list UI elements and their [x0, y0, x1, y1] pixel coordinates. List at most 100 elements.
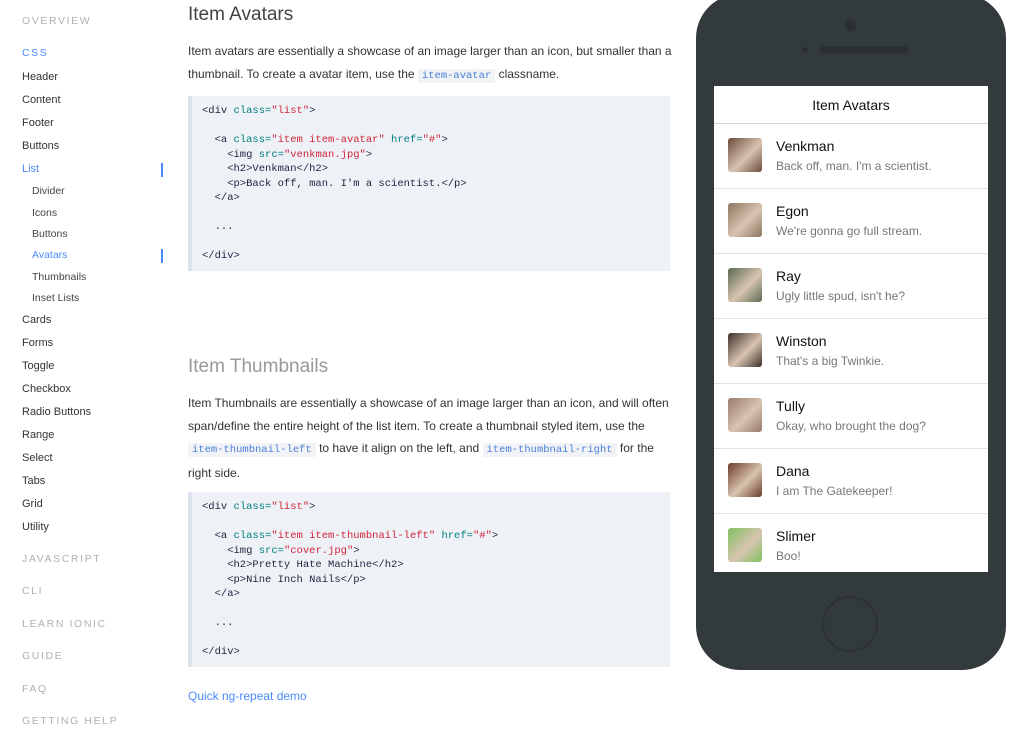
phone-camera: [845, 20, 856, 31]
sidebar-item-tabs[interactable]: Tabs: [22, 475, 45, 487]
sidebar-item-content[interactable]: Content: [22, 94, 61, 106]
sidebar-section-css[interactable]: CSS: [22, 47, 48, 59]
avatar-item-name: Slimer: [776, 528, 816, 544]
sidebar-sub-active-indicator: [161, 249, 163, 263]
sidebar-section-cli[interactable]: CLI: [22, 585, 43, 597]
avatar-item-text: Okay, who brought the dog?: [776, 419, 926, 433]
sidebar-sub-buttons[interactable]: Buttons: [32, 228, 68, 240]
phone-home-button[interactable]: [822, 596, 878, 652]
thumbnails-code-block: <div class="list"> <a class="item item-t…: [188, 492, 670, 667]
avatar-item-text: That's a big Twinkie.: [776, 354, 885, 368]
sidebar-section-faq[interactable]: FAQ: [22, 683, 48, 695]
avatars-class-code: item-avatar: [417, 68, 496, 83]
list-item[interactable]: Ray Ugly little spud, isn't he?: [714, 254, 988, 319]
code-line: ...: [202, 221, 234, 233]
avatar-item-name: Venkman: [776, 138, 835, 154]
list-item[interactable]: Egon We're gonna go full stream.: [714, 189, 988, 254]
code-line: <h2>Venkman</h2>: [202, 163, 329, 175]
sidebar-item-cards[interactable]: Cards: [22, 314, 51, 326]
ng-repeat-demo-link[interactable]: Quick ng-repeat demo: [188, 689, 307, 703]
list-item[interactable]: Tully Okay, who brought the dog?: [714, 384, 988, 449]
thumbnails-desc-text-mid: to have it align on the left, and: [319, 441, 480, 455]
phone-preview: Item Avatars Venkman Back off, man. I'm a…: [696, 0, 1006, 670]
code-line: <h2>Pretty Hate Machine</h2>: [202, 559, 404, 571]
code-line: <p>Nine Inch Nails</p>: [202, 573, 366, 586]
sidebar-sub-inset-lists[interactable]: Inset Lists: [32, 292, 79, 304]
avatar: [728, 203, 762, 237]
avatar-list: Venkman Back off, man. I'm a scientist. Eg…: [714, 124, 988, 572]
avatar-item-name: Winston: [776, 333, 827, 349]
sidebar-item-buttons[interactable]: Buttons: [22, 140, 59, 152]
avatars-code-block: <div class="list"> <a class="item item-a…: [188, 96, 670, 271]
sidebar-item-grid[interactable]: Grid: [22, 498, 43, 510]
sidebar-item-toggle[interactable]: Toggle: [22, 360, 54, 372]
sidebar-active-indicator: [161, 163, 163, 177]
list-item[interactable]: Winston That's a big Twinkie.: [714, 319, 988, 384]
avatar-item-text: Back off, man. I'm a scientist.: [776, 159, 932, 173]
sidebar-item-select[interactable]: Select: [22, 452, 53, 464]
thumbnail-right-class-code: item-thumbnail-right: [482, 443, 617, 457]
sidebar-sub-avatars[interactable]: Avatars: [32, 249, 67, 261]
sidebar-sub-divider[interactable]: Divider: [32, 185, 65, 197]
code-line: <a class="item item-avatar" href="#">: [202, 134, 448, 146]
thumbnails-heading: Item Thumbnails: [188, 356, 329, 377]
sidebar-sub-icons[interactable]: Icons: [32, 207, 57, 219]
list-item[interactable]: Dana I am The Gatekeeper!: [714, 449, 988, 514]
sidebar-section-getting-help[interactable]: Getting Help: [22, 715, 118, 727]
avatar-item-name: Tully: [776, 398, 806, 414]
screen-header-title: Item Avatars: [714, 86, 988, 124]
avatar: [728, 463, 762, 497]
sidebar-item-checkbox[interactable]: Checkbox: [22, 383, 71, 395]
avatar: [728, 138, 762, 172]
sidebar-item-footer[interactable]: Footer: [22, 117, 54, 129]
avatar: [728, 268, 762, 302]
avatar-item-text: Ugly little spud, isn't he?: [776, 289, 906, 303]
sidebar-item-list[interactable]: List: [22, 163, 39, 175]
list-item[interactable]: Venkman Back off, man. I'm a scientist.: [714, 124, 988, 189]
avatars-desc-text-end: classname.: [498, 66, 560, 81]
code-line: </div>: [202, 646, 240, 658]
code-line: <div class="list">: [202, 105, 316, 117]
avatars-heading: Item Avatars: [188, 4, 294, 25]
code-line: <p>Back off, man. I'm a scientist.</p>: [202, 177, 467, 190]
avatars-description: Item avatars are essentially a showcase …: [188, 40, 672, 87]
code-line: </a>: [202, 192, 240, 204]
code-line: </div>: [202, 250, 240, 262]
thumbnail-left-class-code: item-thumbnail-left: [188, 443, 316, 457]
code-line: ...: [202, 617, 234, 629]
avatar-item-text: I am The Gatekeeper!: [776, 484, 893, 498]
phone-sensor: [802, 47, 808, 53]
docs-sidebar: Overview CSS Header Content Footer Butto…: [0, 0, 170, 739]
avatar-item-name: Dana: [776, 463, 810, 479]
sidebar-section-javascript[interactable]: JavaScript: [22, 553, 101, 565]
sidebar-item-utility[interactable]: Utility: [22, 521, 49, 533]
sidebar-sub-thumbnails[interactable]: Thumbnails: [32, 271, 86, 283]
avatar: [728, 398, 762, 432]
code-line: <img src="venkman.jpg">: [202, 148, 373, 161]
code-line: <img src="cover.jpg">: [202, 544, 360, 557]
sidebar-section-guide[interactable]: Guide: [22, 650, 63, 662]
sidebar-section-learn-ionic[interactable]: Learn Ionic: [22, 618, 107, 630]
thumbnails-desc-text: Item Thumbnails are essentially a showca…: [188, 396, 669, 433]
code-line: </a>: [202, 588, 240, 600]
list-item[interactable]: Slimer Boo!: [714, 514, 988, 572]
phone-screen: Item Avatars Venkman Back off, man. I'm a…: [714, 86, 988, 572]
avatar: [728, 333, 762, 367]
avatar-item-name: Ray: [776, 268, 801, 284]
sidebar-section-overview[interactable]: Overview: [22, 15, 91, 27]
sidebar-item-forms[interactable]: Forms: [22, 337, 53, 349]
avatar-item-text: We're gonna go full stream.: [776, 224, 923, 238]
sidebar-item-header[interactable]: Header: [22, 71, 58, 83]
sidebar-item-radio-buttons[interactable]: Radio Buttons: [22, 406, 91, 418]
code-line: <div class="list">: [202, 501, 316, 513]
sidebar-item-range[interactable]: Range: [22, 429, 54, 441]
avatar-item-name: Egon: [776, 203, 809, 219]
code-line: <a class="item item-thumbnail-left" href…: [202, 530, 499, 542]
thumbnails-description: Item Thumbnails are essentially a showca…: [188, 392, 672, 484]
